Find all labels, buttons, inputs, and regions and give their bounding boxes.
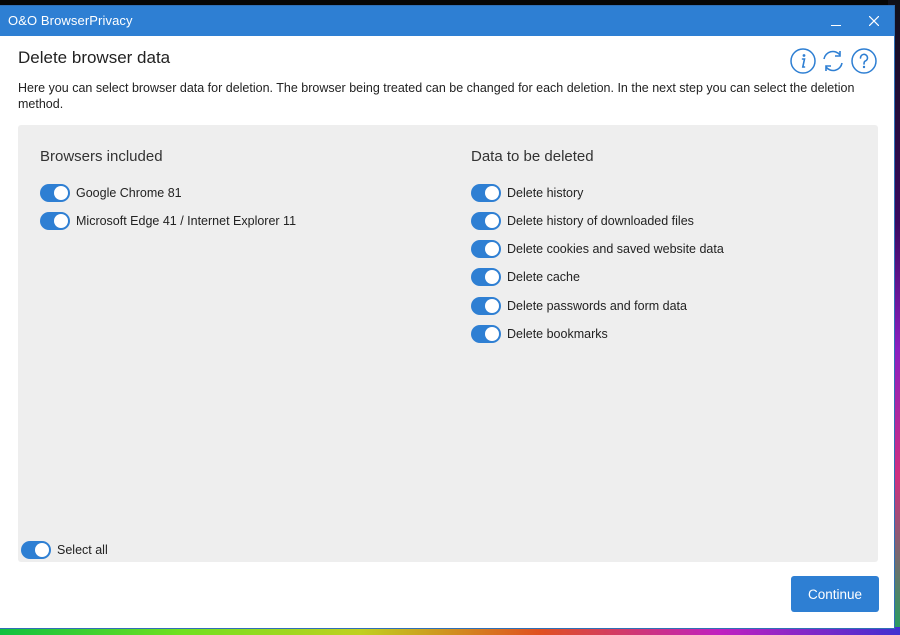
browser-toggle-edge-ie[interactable]: Microsoft Edge 41 / Internet Explorer 11 xyxy=(40,211,296,231)
toggle-switch[interactable] xyxy=(471,184,501,202)
toggle-label: Delete cookies and saved website data xyxy=(507,242,724,256)
delete-toggle-bookmarks[interactable]: Delete bookmarks xyxy=(471,324,608,344)
help-icon xyxy=(851,48,877,74)
toggle-switch[interactable] xyxy=(40,184,70,202)
toggle-label: Delete passwords and form data xyxy=(507,299,687,313)
desktop-background-bottom xyxy=(0,627,900,635)
toggle-switch[interactable] xyxy=(471,268,501,286)
info-icon xyxy=(790,48,816,74)
toggle-switch[interactable] xyxy=(471,297,501,315)
toggle-label: Google Chrome 81 xyxy=(76,186,182,200)
browsers-included-heading: Browsers included xyxy=(40,148,163,165)
toggle-switch[interactable] xyxy=(21,541,51,559)
delete-toggle-cookies[interactable]: Delete cookies and saved website data xyxy=(471,239,724,259)
refresh-button[interactable] xyxy=(820,48,846,74)
minimize-icon xyxy=(831,24,841,26)
toggle-label: Delete history of downloaded files xyxy=(507,214,694,228)
delete-toggle-passwords[interactable]: Delete passwords and form data xyxy=(471,296,687,316)
delete-toggle-history[interactable]: Delete history xyxy=(471,183,583,203)
app-window: O&O BrowserPrivacy Delete browser data H… xyxy=(0,6,894,628)
continue-button[interactable]: Continue xyxy=(791,576,879,612)
toggle-switch[interactable] xyxy=(471,325,501,343)
close-button[interactable] xyxy=(854,6,894,36)
toggle-label: Delete history xyxy=(507,186,584,200)
window-title: O&O BrowserPrivacy xyxy=(8,13,133,28)
title-bar[interactable]: O&O BrowserPrivacy xyxy=(0,6,894,36)
refresh-icon xyxy=(823,50,843,72)
page-description: Here you can select browser data for del… xyxy=(18,81,855,111)
close-icon xyxy=(869,16,879,26)
data-to-delete-heading: Data to be deleted xyxy=(471,148,594,165)
browser-toggle-chrome[interactable]: Google Chrome 81 xyxy=(40,183,182,203)
options-panel: Browsers included Google Chrome 81 Micro… xyxy=(18,125,878,562)
toggle-switch[interactable] xyxy=(471,212,501,230)
toggle-label: Microsoft Edge 41 / Internet Explorer 11 xyxy=(76,214,297,228)
toggle-label: Delete bookmarks xyxy=(507,327,608,341)
toggle-switch[interactable] xyxy=(471,240,501,258)
help-button[interactable] xyxy=(851,48,877,74)
toggle-label: Select all xyxy=(57,543,108,557)
toggle-switch[interactable] xyxy=(40,212,70,230)
info-button[interactable] xyxy=(790,48,816,74)
delete-toggle-download-history[interactable]: Delete history of downloaded files xyxy=(471,211,694,231)
select-all-toggle[interactable]: Select all xyxy=(21,540,108,560)
minimize-button[interactable] xyxy=(816,6,856,36)
delete-toggle-cache[interactable]: Delete cache xyxy=(471,267,580,287)
toggle-label: Delete cache xyxy=(507,270,580,284)
page-title: Delete browser data xyxy=(18,48,171,67)
